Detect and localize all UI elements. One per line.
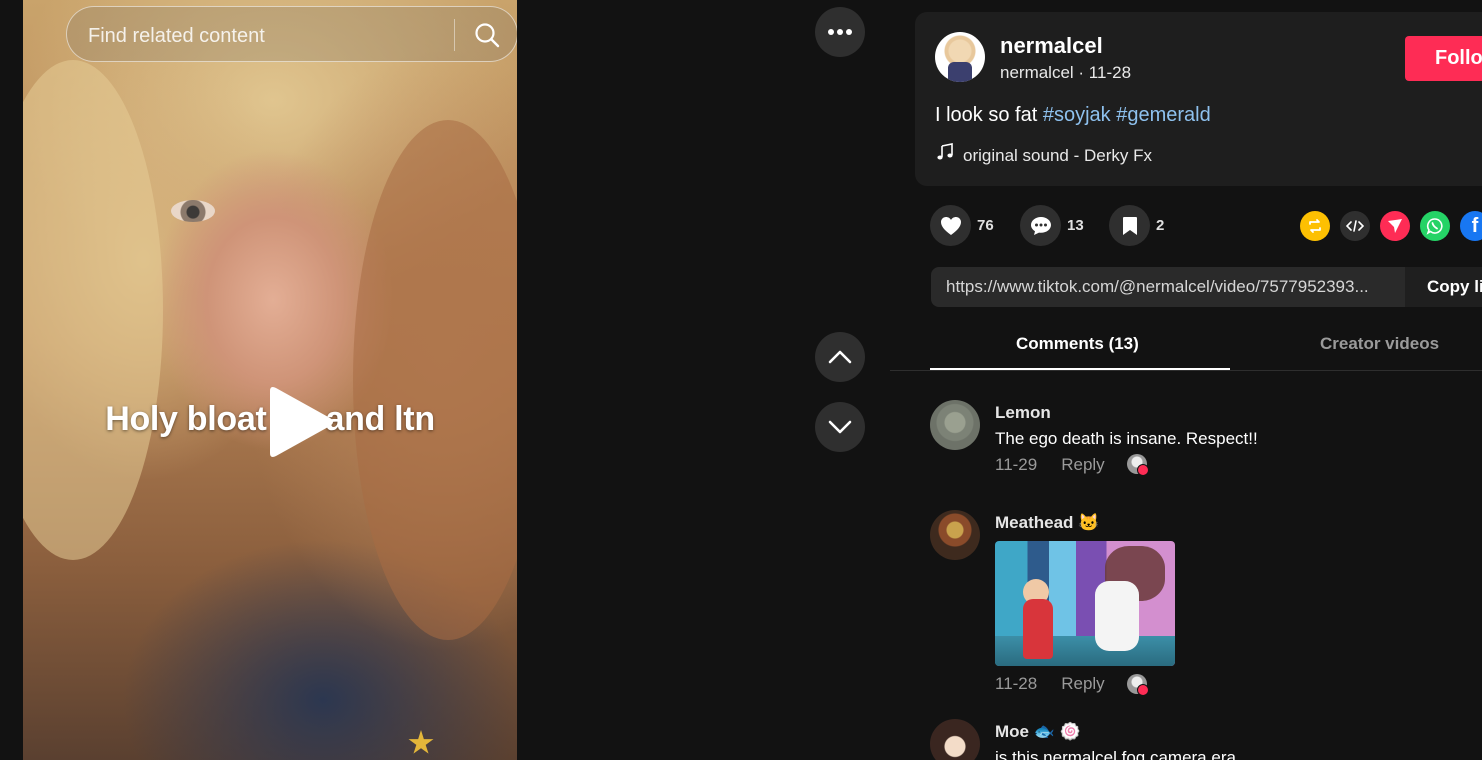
comment-text: is this nermalcel fog camera era	[995, 748, 1236, 760]
video-frame-detail	[23, 60, 163, 560]
search-button[interactable]	[467, 15, 507, 55]
comment-action: 13	[1020, 205, 1084, 246]
chevron-up-icon	[828, 350, 852, 364]
next-video-button[interactable]	[815, 402, 865, 452]
tabs-divider	[890, 370, 1482, 371]
commenter-name[interactable]: Meathead 🐱	[995, 513, 1099, 533]
commenter-avatar[interactable]	[930, 510, 980, 560]
gif-detail	[1095, 581, 1139, 651]
repost-button[interactable]	[1300, 211, 1330, 241]
like-count: 76	[977, 217, 994, 234]
search-input[interactable]	[86, 7, 450, 65]
details-panel: nermalcel nermalcel · 11-28 Follow I loo…	[890, 0, 1482, 760]
video-frame-detail	[171, 200, 215, 222]
comment-bubble-icon	[1030, 216, 1051, 235]
search-icon	[475, 23, 500, 48]
more-options-button[interactable]	[815, 7, 865, 57]
music-note-icon	[937, 143, 953, 160]
video-frame-detail	[408, 730, 434, 754]
heart-icon	[940, 216, 961, 235]
facebook-share-button[interactable]: f	[1460, 211, 1482, 241]
hashtag-link[interactable]: #soyjak	[1043, 104, 1111, 126]
send-button[interactable]	[1380, 211, 1410, 241]
commenter-avatar[interactable]	[930, 719, 980, 760]
play-icon[interactable]	[266, 385, 336, 459]
like-action: 76	[930, 205, 994, 246]
comment-meta: 11-29 Reply	[995, 455, 1105, 475]
comment-item: Moe 🐟 🍥 is this nermalcel fog camera era	[930, 719, 1470, 760]
creator-liked-icon	[1127, 674, 1149, 696]
comment-text: The ego death is insane. Respect!!	[995, 429, 1258, 448]
gif-detail	[995, 636, 1175, 666]
embed-code-icon	[1346, 220, 1364, 232]
description-card: nermalcel nermalcel · 11-28 Follow I loo…	[915, 12, 1482, 186]
search-divider	[454, 19, 455, 51]
reply-button[interactable]: Reply	[1061, 455, 1104, 474]
previous-video-button[interactable]	[815, 332, 865, 382]
music-title: original sound - Derky Fx	[963, 146, 1152, 165]
save-action: 2	[1109, 205, 1164, 246]
reply-button[interactable]: Reply	[1061, 674, 1104, 693]
whatsapp-icon	[1426, 218, 1443, 235]
tab-creator-videos[interactable]: Creator videos	[1320, 334, 1439, 354]
follow-button[interactable]: Follow	[1405, 36, 1482, 81]
save-button[interactable]	[1109, 205, 1150, 246]
send-icon	[1388, 219, 1402, 233]
embed-button[interactable]	[1340, 211, 1370, 241]
repost-icon	[1309, 219, 1321, 233]
hashtag-link[interactable]: #gemerald	[1116, 104, 1211, 126]
commenter-name[interactable]: Lemon	[995, 403, 1051, 423]
tab-comments[interactable]: Comments (13)	[1016, 334, 1139, 354]
facebook-icon: f	[1471, 214, 1479, 237]
author-handle-date: nermalcel · 11-28	[1000, 63, 1132, 82]
comment-gif-image[interactable]	[995, 541, 1175, 666]
comment-button[interactable]	[1020, 205, 1061, 246]
comment-count: 13	[1067, 217, 1084, 234]
avatar-detail	[948, 62, 972, 82]
comment-date: 11-29	[995, 455, 1038, 474]
author-avatar[interactable]	[935, 32, 985, 82]
video-frame-detail	[353, 120, 517, 640]
comment-meta: 11-28 Reply	[995, 674, 1105, 694]
description-text: I look so fat	[935, 104, 1043, 126]
author-name[interactable]: nermalcel	[1000, 33, 1103, 59]
comment-item: Meathead 🐱 11-28 Reply	[930, 510, 1470, 700]
commenter-name[interactable]: Moe 🐟 🍥	[995, 722, 1081, 742]
comment-item: Lemon The ego death is insane. Respect!!…	[930, 400, 1470, 480]
chevron-down-icon	[828, 420, 852, 434]
video-url: https://www.tiktok.com/@nermalcel/video/…	[946, 277, 1369, 296]
video-description: I look so fat #soyjak #gemerald	[935, 104, 1211, 127]
like-button[interactable]	[930, 205, 971, 246]
comment-date: 11-28	[995, 674, 1038, 693]
save-count: 2	[1156, 217, 1165, 234]
video-link-row: https://www.tiktok.com/@nermalcel/video/…	[931, 267, 1482, 307]
commenter-avatar[interactable]	[930, 400, 980, 450]
creator-liked-icon	[1127, 454, 1149, 476]
video-player[interactable]: Holy bloat ltb and ltn	[23, 0, 517, 760]
search-bar	[66, 6, 517, 65]
gif-detail	[1023, 599, 1053, 659]
bookmark-icon	[1122, 216, 1137, 235]
video-area: Holy bloat ltb and ltn	[0, 0, 890, 760]
more-icon	[828, 29, 852, 35]
copy-link-button[interactable]: Copy link	[1405, 267, 1482, 307]
music-link[interactable]: original sound - Derky Fx	[935, 143, 1152, 166]
whatsapp-share-button[interactable]	[1420, 211, 1450, 241]
